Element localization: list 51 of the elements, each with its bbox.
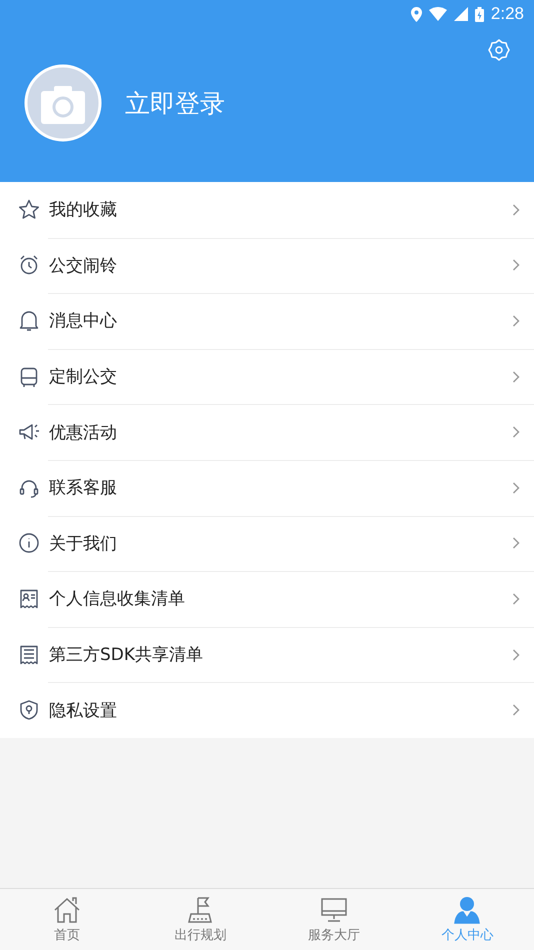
menu-label: 公交闹铃 [49, 254, 118, 277]
star-icon [18, 198, 40, 221]
wifi-icon [428, 7, 447, 21]
chevron-right-icon [512, 648, 520, 661]
menu-label: 第三方SDK共享清单 [49, 644, 204, 666]
menu-label: 优惠活动 [49, 422, 118, 444]
chevron-right-icon [512, 537, 520, 550]
settings-icon[interactable] [487, 38, 511, 62]
chevron-right-icon [512, 426, 520, 438]
menu-item[interactable]: 消息中心 [0, 293, 534, 349]
chevron-right-icon [512, 204, 520, 216]
chevron-right-icon [512, 704, 520, 716]
menu-item[interactable]: 优惠活动 [0, 404, 534, 460]
menu-label: 个人信息收集清单 [49, 588, 186, 610]
menu-label: 定制公交 [49, 366, 118, 388]
menu-label: 关于我们 [49, 532, 118, 555]
menu-item[interactable]: 定制公交 [0, 348, 534, 404]
signal-icon [454, 7, 468, 21]
menu-item[interactable]: 第三方SDK共享清单 [0, 626, 534, 682]
menu-label: 隐私设置 [49, 700, 118, 722]
document-icon [18, 644, 40, 666]
nav-tab[interactable]: 出行规划 [134, 889, 267, 950]
home-icon [52, 896, 82, 924]
chevron-right-icon [512, 482, 520, 494]
menu-item[interactable]: 联系客服 [0, 460, 534, 516]
menu-item[interactable]: 隐私设置 [0, 682, 534, 738]
monitor-icon [318, 896, 349, 924]
status-time: 2:28 [490, 4, 524, 24]
menu-label: 联系客服 [49, 477, 118, 500]
menu-item[interactable]: 我的收藏 [0, 182, 534, 238]
shield-icon [18, 699, 40, 722]
id-card-icon [18, 588, 40, 610]
menu-item[interactable]: 个人信息收集清单 [0, 571, 534, 627]
location-icon [410, 6, 422, 22]
chevron-right-icon [512, 370, 520, 383]
nav-tab[interactable]: 首页 [0, 889, 134, 950]
chevron-right-icon [512, 314, 520, 327]
battery-icon [474, 6, 484, 22]
menu-label: 我的收藏 [49, 199, 118, 222]
menu-item[interactable]: 公交闹铃 [0, 238, 534, 294]
bell-icon [18, 310, 40, 332]
nav-tab[interactable]: 服务大厅 [267, 889, 400, 950]
avatar-camera-icon[interactable] [24, 64, 102, 142]
chevron-right-icon [512, 592, 520, 605]
bus-icon [18, 366, 40, 388]
menu-item[interactable]: 关于我们 [0, 516, 534, 572]
info-icon [18, 532, 40, 554]
person-icon [452, 896, 482, 924]
alarm-clock-icon [18, 254, 40, 276]
menu-label: 消息中心 [49, 310, 118, 332]
chevron-right-icon [512, 259, 520, 272]
